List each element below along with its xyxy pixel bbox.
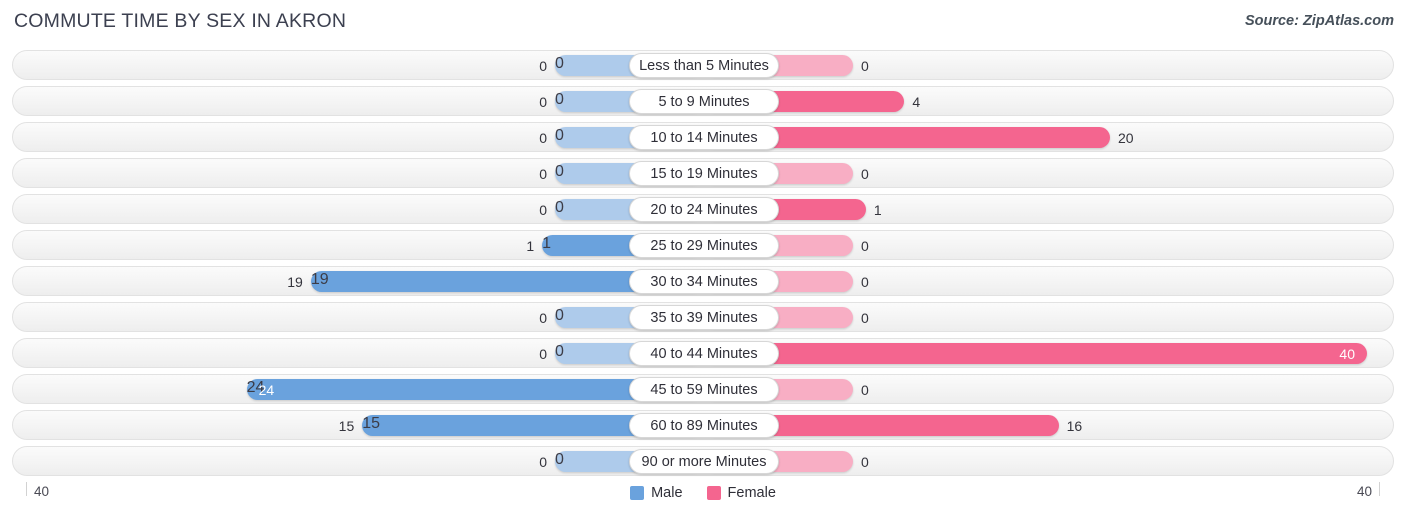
- value-label-female: 0: [861, 454, 869, 470]
- chart-row: 000015 to 19 Minutes: [12, 158, 1394, 188]
- chart-legend: Male Female: [0, 485, 1406, 501]
- value-label-male: 0: [539, 310, 547, 326]
- row-track: 04045 to 9 Minutes: [13, 87, 1393, 115]
- row-track: 02002010 to 14 Minutes: [13, 123, 1393, 151]
- value-label-male: 19: [287, 274, 303, 290]
- value-label-male: 0: [539, 94, 547, 110]
- category-label-pill: 10 to 14 Minutes: [629, 125, 779, 150]
- category-label-pill: Less than 5 Minutes: [629, 53, 779, 78]
- category-label-pill: 60 to 89 Minutes: [629, 413, 779, 438]
- chart-rows: 0 0 0 0 Less than 5 Minutes 0 40 4 5 to 9 Minute…: [12, 50, 1394, 482]
- value-label-male: 0: [539, 166, 547, 182]
- chart-row: 04045 to 9 Minutes: [12, 86, 1394, 116]
- value-label-female: 0: [861, 58, 869, 74]
- value-label-male: 0: [539, 346, 547, 362]
- row-track: 24024045 to 59 Minutes: [13, 375, 1393, 403]
- legend-label: Female: [727, 485, 776, 501]
- row-track: 000090 or more Minutes: [13, 447, 1393, 475]
- category-label-pill: 25 to 29 Minutes: [629, 233, 779, 258]
- chart-row: 010120 to 24 Minutes: [12, 194, 1394, 224]
- value-label-male: 0: [539, 58, 547, 74]
- row-track: 0000Less than 5 Minutes: [13, 51, 1393, 79]
- value-label-female: 40: [1339, 346, 1355, 362]
- bar-female[interactable]: 40: [704, 343, 1367, 364]
- value-label-female: 0: [861, 382, 869, 398]
- value-label-male: 0: [539, 202, 547, 218]
- row-track: 000015 to 19 Minutes: [13, 159, 1393, 187]
- legend-swatch-icon: [630, 486, 645, 500]
- chart-row: 04004040 to 44 Minutes: [12, 338, 1394, 368]
- value-label-male: 1: [526, 238, 535, 254]
- row-track: 04004040 to 44 Minutes: [13, 339, 1393, 367]
- category-label-pill: 30 to 34 Minutes: [629, 269, 779, 294]
- legend-label: Male: [651, 485, 683, 501]
- value-label-male: 15: [338, 418, 355, 434]
- page-title: COMMUTE TIME BY SEX IN AKRON: [14, 10, 347, 32]
- legend-item[interactable]: Female: [706, 485, 776, 501]
- legend-swatch-icon: [706, 486, 721, 500]
- value-label-male: 0: [539, 454, 547, 470]
- category-label-pill: 15 to 19 Minutes: [629, 161, 779, 186]
- chart-row: 101025 to 29 Minutes: [12, 230, 1394, 260]
- row-track: 010120 to 24 Minutes: [13, 195, 1393, 223]
- value-label-female: 20: [1118, 130, 1134, 146]
- chart-axis-and-legend: 40 40 Male Female: [0, 482, 1406, 523]
- chart-row: 24024045 to 59 Minutes: [12, 374, 1394, 404]
- chart-plot-area: 0 0 0 0 Less than 5 Minutes 0 40 4 5 to 9 Minute…: [0, 44, 1406, 482]
- row-track: 19019030 to 34 Minutes: [13, 267, 1393, 295]
- category-label-pill: 45 to 59 Minutes: [629, 377, 779, 402]
- chart-row: 0000Less than 5 Minutes: [12, 50, 1394, 80]
- value-label-female: 16: [1066, 418, 1083, 434]
- value-label-female: 0: [861, 166, 869, 182]
- value-label-female: 4: [912, 94, 921, 110]
- chart-header: COMMUTE TIME BY SEX IN AKRON Source: Zip…: [0, 0, 1406, 44]
- value-label-female: 0: [861, 310, 869, 326]
- chart-row: 000035 to 39 Minutes: [12, 302, 1394, 332]
- chart-row: 1516151660 to 89 Minutes: [12, 410, 1394, 440]
- row-track: 1516151660 to 89 Minutes: [13, 411, 1393, 439]
- chart-row: 02002010 to 14 Minutes: [12, 122, 1394, 152]
- value-label-male: 0: [539, 130, 547, 146]
- value-label-female: 0: [861, 274, 869, 290]
- category-label-pill: 90 or more Minutes: [629, 449, 779, 474]
- chart-row: 000090 or more Minutes: [12, 446, 1394, 476]
- category-label-pill: 5 to 9 Minutes: [629, 89, 779, 114]
- row-track: 101025 to 29 Minutes: [13, 231, 1393, 259]
- chart-row: 19019030 to 34 Minutes: [12, 266, 1394, 296]
- category-label-pill: 35 to 39 Minutes: [629, 305, 779, 330]
- category-label-pill: 20 to 24 Minutes: [629, 197, 779, 222]
- category-label-pill: 40 to 44 Minutes: [629, 341, 779, 366]
- value-label-male: 24: [258, 382, 275, 398]
- source-attribution: Source: ZipAtlas.com: [1244, 13, 1394, 29]
- row-track: 000035 to 39 Minutes: [13, 303, 1393, 331]
- value-label-female: 0: [861, 238, 869, 254]
- value-label-female: 1: [873, 202, 882, 218]
- legend-item[interactable]: Male: [630, 485, 683, 501]
